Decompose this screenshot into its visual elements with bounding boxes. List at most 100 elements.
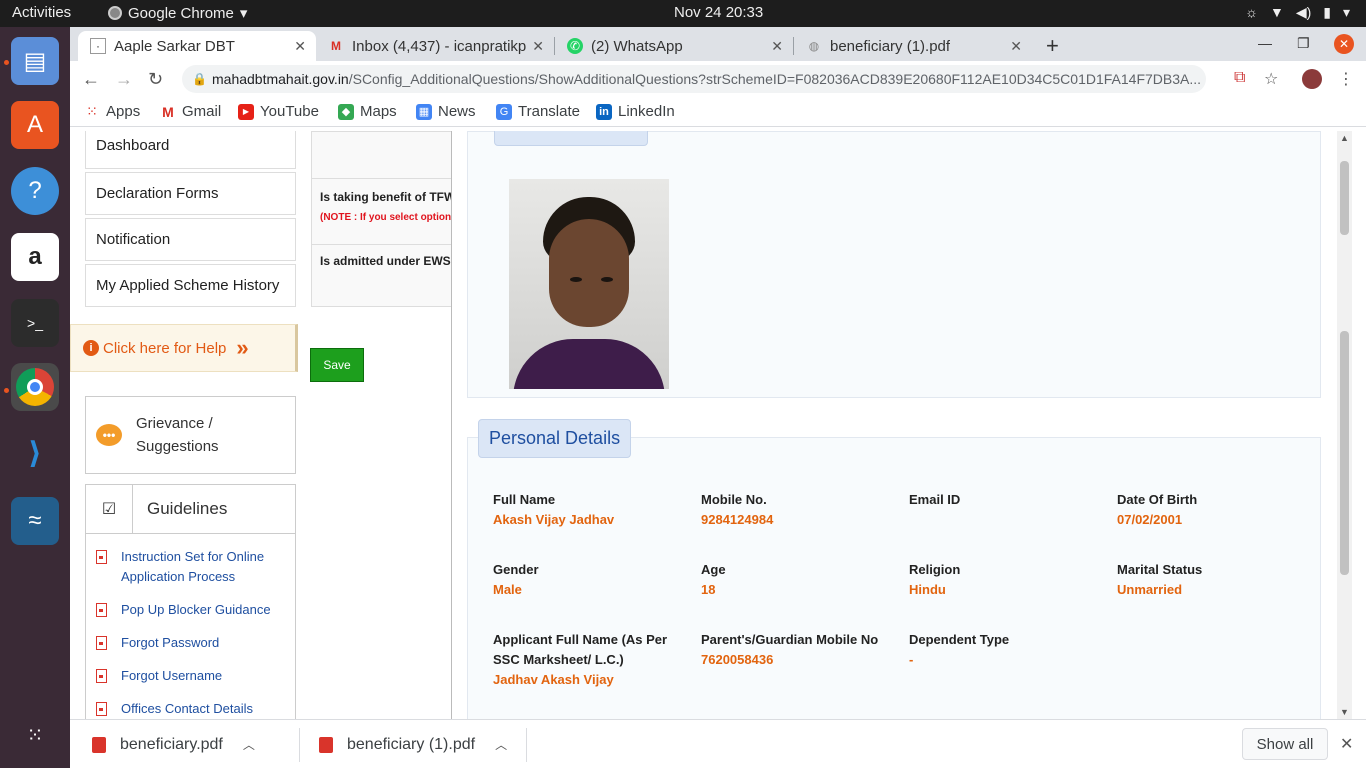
close-icon[interactable]: ✕	[1340, 734, 1353, 754]
terminal-icon[interactable]: >_	[11, 299, 59, 347]
close-icon[interactable]: ✕	[771, 38, 783, 55]
files-icon[interactable]: ▤	[11, 37, 59, 85]
sidebar-item-label: Notification	[96, 231, 171, 248]
amazon-icon[interactable]: a	[11, 233, 59, 281]
bookmark-linkedin[interactable]: in LinkedIn	[596, 103, 675, 120]
address-bar[interactable]: 🔒 mahadbtmahait.gov.in/SConfig_Additiona…	[182, 65, 1206, 93]
guideline-popup-blocker[interactable]: Pop Up Blocker Guidance	[96, 600, 271, 620]
bookmark-maps[interactable]: ◆ Maps	[338, 103, 397, 120]
chevron-up-icon[interactable]: ︿	[495, 736, 507, 753]
brightness-icon: ☼	[1245, 4, 1258, 20]
bookmark-youtube[interactable]: ▶ YouTube	[238, 103, 319, 120]
forward-icon[interactable]: →	[115, 69, 133, 90]
close-icon[interactable]: ✕	[294, 38, 306, 55]
scroll-thumb[interactable]	[1340, 161, 1349, 235]
tab-bar: · Aaple Sarkar DBT ✕ M Inbox (4,437) - i…	[70, 27, 1366, 61]
bookmark-translate[interactable]: G Translate	[496, 103, 580, 120]
window-close-button[interactable]: ✕	[1334, 34, 1354, 54]
blocked-popup-icon[interactable]: ⧉	[1234, 69, 1245, 87]
scroll-up-icon[interactable]: ▲	[1340, 133, 1349, 143]
chevron-up-icon[interactable]: ︿	[243, 736, 255, 753]
sidebar-item-label: Declaration Forms	[96, 185, 219, 202]
volume-icon: ◀)	[1295, 4, 1312, 20]
maximize-icon[interactable]: ❐	[1297, 35, 1310, 52]
field-marital-status: Marital Status Unmarried	[1117, 560, 1307, 600]
guidelines-title: Guidelines	[147, 499, 228, 518]
field-applicant-full-name: Applicant Full Name (As Per SSC Markshee…	[493, 630, 668, 690]
close-icon[interactable]: ✕	[1010, 38, 1022, 55]
pdf-icon	[96, 702, 107, 716]
download-item-beneficiary[interactable]: beneficiary.pdf ︿	[92, 720, 255, 768]
software-store-icon[interactable]: A	[11, 101, 59, 149]
photo-section-tab	[494, 131, 648, 146]
guideline-offices-contact[interactable]: Offices Contact Details	[96, 699, 253, 719]
field-value: 9284124984	[701, 512, 774, 527]
new-tab-button[interactable]: +	[1046, 33, 1059, 59]
guideline-forgot-username[interactable]: Forgot Username	[96, 666, 222, 686]
show-applications-icon[interactable]: ⁙	[11, 711, 59, 759]
field-value: -	[909, 652, 914, 667]
menu-icon[interactable]: ⋮	[1338, 69, 1354, 89]
sidebar-item-declaration-forms[interactable]: Declaration Forms	[85, 172, 296, 215]
field-label: Gender	[493, 562, 539, 577]
checkbox-icon: ☑	[86, 484, 133, 534]
tab-aaple-sarkar[interactable]: · Aaple Sarkar DBT ✕	[78, 31, 316, 61]
scroll-thumb[interactable]	[1340, 331, 1349, 575]
field-full-name: Full Name Akash Vijay Jadhav	[493, 490, 683, 530]
bookmark-label: Maps	[360, 103, 397, 120]
wifi-icon: ▼	[1269, 4, 1284, 20]
save-button[interactable]: Save	[310, 348, 364, 382]
bookmark-gmail[interactable]: M Gmail	[160, 103, 221, 120]
reload-icon[interactable]: ↻	[148, 69, 163, 90]
profile-avatar[interactable]	[1302, 69, 1322, 89]
back-icon[interactable]: ←	[82, 69, 100, 90]
show-all-button[interactable]: Show all	[1242, 728, 1328, 760]
page-scrollbar[interactable]: ▲ ▼	[1337, 131, 1352, 719]
minimize-icon[interactable]: —	[1258, 35, 1272, 51]
download-item-beneficiary-1[interactable]: beneficiary (1).pdf ︿	[319, 720, 507, 768]
sidebar-item-notification[interactable]: Notification	[85, 218, 296, 261]
sidebar-item-applied-scheme-history[interactable]: My Applied Scheme History	[85, 264, 296, 307]
guideline-instruction-set[interactable]: Instruction Set for Online Application P…	[96, 547, 281, 587]
close-icon[interactable]: ✕	[532, 38, 544, 55]
help-link[interactable]: i Click here for Help »	[70, 324, 298, 372]
guideline-label: Forgot Username	[121, 668, 223, 683]
field-label: Applicant Full Name (As Per SSC Markshee…	[493, 632, 668, 667]
clock[interactable]: Nov 24 20:33	[674, 4, 763, 21]
field-value: Unmarried	[1117, 582, 1183, 597]
field-dependent-type: Dependent Type -	[909, 630, 1099, 670]
app-menu[interactable]: Google Chrome ▾	[108, 4, 247, 22]
activities-button[interactable]: Activities	[12, 4, 71, 21]
mysql-workbench-icon[interactable]: ≈	[11, 497, 59, 545]
tab-inbox[interactable]: M Inbox (4,437) - icanpratikp ✕	[316, 31, 554, 61]
chevron-down-icon: ▾	[1342, 4, 1350, 20]
chrome-icon[interactable]	[11, 363, 59, 411]
scroll-down-icon[interactable]: ▼	[1340, 707, 1349, 717]
double-chevron-right-icon: »	[236, 335, 249, 360]
grievance-button[interactable]: ••• Grievance / Suggestions	[85, 396, 296, 474]
guideline-forgot-password[interactable]: Forgot Password	[96, 633, 219, 653]
tab-beneficiary-pdf[interactable]: ◍ beneficiary (1).pdf ✕	[794, 31, 1032, 61]
system-tray[interactable]: ☼ ▼ ◀) ▮ ▾	[1245, 4, 1350, 21]
field-value: Jadhav Akash Vijay	[493, 672, 614, 687]
tab-whatsapp[interactable]: ✆ (2) WhatsApp ✕	[555, 31, 793, 61]
field-parent-mobile: Parent's/Guardian Mobile No 7620058436	[701, 630, 891, 670]
vscode-icon[interactable]: ⟩	[11, 429, 59, 477]
sidebar-item-dashboard[interactable]: Dashboard	[85, 131, 296, 169]
grievance-label: Grievance / Suggestions	[136, 415, 219, 455]
question-note: (NOTE : If you select option	[320, 212, 452, 223]
photo-section	[467, 131, 1321, 398]
pdf-icon	[96, 603, 107, 617]
pdf-icon	[96, 550, 107, 564]
bookmark-apps[interactable]: ⁙ Apps	[84, 103, 140, 120]
running-indicator	[4, 60, 9, 65]
bookmark-label: News	[438, 103, 476, 120]
bookmark-star-icon[interactable]: ☆	[1264, 69, 1278, 89]
running-indicator	[4, 388, 9, 393]
field-gender: Gender Male	[493, 560, 683, 600]
linkedin-icon: in	[596, 103, 612, 120]
bookmark-news[interactable]: ▦ News	[416, 103, 476, 120]
download-filename: beneficiary.pdf	[120, 735, 223, 753]
help-icon[interactable]: ?	[11, 167, 59, 215]
applicant-photo	[509, 179, 669, 389]
